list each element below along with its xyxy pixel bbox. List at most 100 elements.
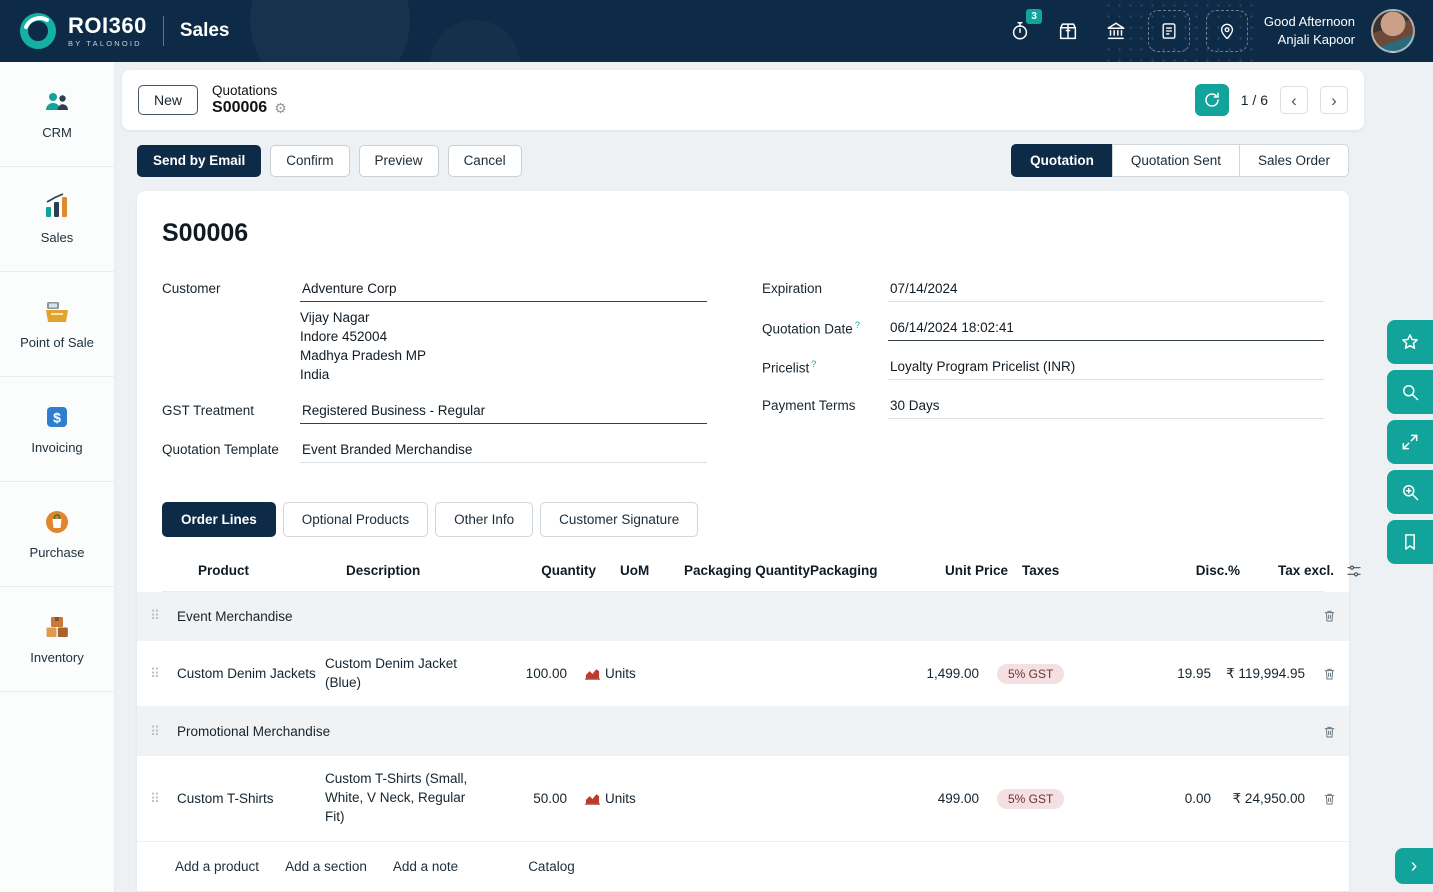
confirm-button[interactable]: Confirm bbox=[270, 144, 350, 177]
expiration-input[interactable]: 07/14/2024 bbox=[888, 278, 1324, 302]
delete-row-icon[interactable] bbox=[1320, 606, 1339, 626]
quantity-value[interactable]: 100.00 bbox=[479, 664, 571, 683]
col-taxes[interactable]: Taxes bbox=[1008, 563, 1134, 578]
packaging-quantity-value[interactable] bbox=[653, 672, 785, 676]
payment-terms-input[interactable]: 30 Days bbox=[888, 395, 1324, 419]
product-description[interactable]: Custom T-Shirts (Small, White, V Neck, R… bbox=[321, 768, 479, 829]
order-line-section-row[interactable]: ⠿ Promotional Merchandise bbox=[137, 707, 1349, 757]
sidebar-item-crm[interactable]: CRM bbox=[0, 62, 114, 167]
col-disc[interactable]: Disc.% bbox=[1134, 563, 1240, 578]
forecast-chart-icon[interactable] bbox=[585, 792, 600, 805]
tab-order-lines[interactable]: Order Lines bbox=[162, 501, 276, 537]
delete-row-icon[interactable] bbox=[1320, 722, 1339, 742]
order-line-product-row[interactable]: ⠿ Custom Denim Jackets Custom Denim Jack… bbox=[137, 641, 1349, 708]
new-button[interactable]: New bbox=[138, 85, 199, 115]
refresh-icon bbox=[1205, 92, 1219, 107]
brand-logo[interactable]: ROI360 BY TALONOID bbox=[18, 11, 147, 51]
search-tool-button[interactable] bbox=[1387, 370, 1433, 414]
apps-package-button[interactable] bbox=[1052, 15, 1084, 47]
col-description[interactable]: Description bbox=[346, 563, 504, 578]
send-by-email-button[interactable]: Send by Email bbox=[137, 144, 262, 177]
discount-value[interactable]: 0.00 bbox=[1109, 789, 1215, 808]
gear-icon[interactable]: ⚙ bbox=[274, 101, 287, 115]
packaging-quantity-value[interactable] bbox=[653, 797, 785, 801]
favorite-star-button[interactable] bbox=[1387, 320, 1433, 364]
svg-text:$: $ bbox=[53, 410, 61, 426]
col-unit-price[interactable]: Unit Price bbox=[902, 563, 1008, 578]
sidebar-item-inventory[interactable]: Inventory bbox=[0, 587, 114, 692]
product-description[interactable]: Custom Denim Jacket (Blue) bbox=[321, 653, 479, 695]
collapse-panel-button[interactable]: › bbox=[1395, 848, 1433, 884]
refresh-button[interactable] bbox=[1194, 84, 1229, 116]
breadcrumb: Quotations S00006 ⚙ bbox=[212, 83, 287, 117]
drag-handle-icon[interactable]: ⠿ bbox=[137, 606, 173, 626]
customer-input[interactable]: Adventure Corp bbox=[300, 278, 707, 302]
tax-tag[interactable]: 5% GST bbox=[997, 788, 1065, 809]
quotation-template-input[interactable]: Event Branded Merchandise bbox=[300, 439, 707, 463]
add-section-link[interactable]: Add a section bbox=[285, 859, 367, 874]
fullscreen-button[interactable] bbox=[1387, 420, 1433, 464]
col-quantity[interactable]: Quantity bbox=[504, 563, 596, 578]
uom-value[interactable]: Units bbox=[605, 791, 636, 806]
cancel-button[interactable]: Cancel bbox=[447, 144, 522, 177]
help-icon: ? bbox=[854, 320, 860, 330]
catalog-link[interactable]: Catalog bbox=[528, 859, 575, 874]
pager-previous-button[interactable]: ‹ bbox=[1280, 86, 1308, 114]
activities-timer-button[interactable]: 3 bbox=[1004, 9, 1042, 47]
delete-row-icon[interactable] bbox=[1320, 664, 1339, 684]
sidebar-item-sales[interactable]: Sales bbox=[0, 167, 114, 272]
status-sales-order[interactable]: Sales Order bbox=[1238, 144, 1349, 177]
field-gst-treatment: GST Treatment Registered Business - Regu… bbox=[162, 400, 707, 424]
tab-other-info[interactable]: Other Info bbox=[435, 501, 534, 537]
product-name[interactable]: Custom T-Shirts bbox=[173, 789, 321, 808]
product-name[interactable]: Custom Denim Jackets bbox=[173, 664, 321, 683]
breadcrumb-parent[interactable]: Quotations bbox=[212, 83, 287, 98]
location-shortcut-button[interactable] bbox=[1205, 10, 1248, 52]
zoom-in-button[interactable] bbox=[1387, 470, 1433, 514]
tax-tag[interactable]: 5% GST bbox=[997, 663, 1065, 684]
section-name[interactable]: Promotional Merchandise bbox=[173, 722, 1309, 741]
sidebar-item-invoicing[interactable]: $ Invoicing bbox=[0, 377, 114, 482]
unit-price-value[interactable]: 499.00 bbox=[877, 789, 983, 808]
add-product-link[interactable]: Add a product bbox=[175, 859, 259, 874]
user-avatar[interactable] bbox=[1371, 9, 1415, 53]
sidebar-label-purchase: Purchase bbox=[29, 545, 85, 560]
col-product[interactable]: Product bbox=[198, 563, 346, 578]
pager-next-button[interactable]: › bbox=[1320, 86, 1348, 114]
col-packaging-quantity[interactable]: Packaging Quantity bbox=[678, 563, 810, 578]
col-uom[interactable]: UoM bbox=[596, 563, 678, 578]
quantity-value[interactable]: 50.00 bbox=[479, 789, 571, 808]
forecast-chart-icon[interactable] bbox=[585, 667, 600, 680]
bookmark-button[interactable] bbox=[1387, 520, 1433, 564]
preview-button[interactable]: Preview bbox=[358, 144, 439, 177]
quotation-date-input[interactable]: 06/14/2024 18:02:41 bbox=[888, 317, 1324, 341]
company-bank-button[interactable] bbox=[1100, 15, 1132, 47]
status-quotation[interactable]: Quotation bbox=[1011, 144, 1113, 177]
gst-treatment-input[interactable]: Registered Business - Regular bbox=[300, 400, 707, 424]
add-note-link[interactable]: Add a note bbox=[393, 859, 458, 874]
drag-handle-icon[interactable]: ⠿ bbox=[137, 664, 173, 684]
drag-handle-icon[interactable]: ⠿ bbox=[137, 722, 173, 742]
section-name[interactable]: Event Merchandise bbox=[173, 607, 1309, 626]
sidebar-item-point-of-sale[interactable]: Point of Sale bbox=[0, 272, 114, 377]
col-tax-excl[interactable]: Tax excl. bbox=[1240, 563, 1334, 578]
notes-shortcut-button[interactable] bbox=[1147, 10, 1190, 52]
optional-columns-icon[interactable] bbox=[1344, 561, 1364, 581]
package-icon bbox=[1059, 23, 1076, 40]
sidebar-item-purchase[interactable]: Purchase bbox=[0, 482, 114, 587]
packaging-value[interactable] bbox=[785, 672, 877, 676]
uom-value[interactable]: Units bbox=[605, 666, 636, 681]
packaging-value[interactable] bbox=[785, 797, 877, 801]
delete-row-icon[interactable] bbox=[1320, 789, 1339, 809]
discount-value[interactable]: 19.95 bbox=[1109, 664, 1215, 683]
order-line-section-row[interactable]: ⠿ Event Merchandise bbox=[137, 591, 1349, 641]
tab-optional-products[interactable]: Optional Products bbox=[282, 501, 429, 537]
status-quotation-sent[interactable]: Quotation Sent bbox=[1111, 144, 1240, 177]
order-line-product-row[interactable]: ⠿ Custom T-Shirts Custom T-Shirts (Small… bbox=[137, 756, 1349, 843]
pricelist-input[interactable]: Loyalty Program Pricelist (INR) bbox=[888, 356, 1324, 380]
col-packaging[interactable]: Packaging bbox=[810, 563, 902, 578]
drag-handle-icon[interactable]: ⠿ bbox=[137, 789, 173, 809]
status-bar: Quotation Quotation Sent Sales Order bbox=[1011, 144, 1349, 177]
unit-price-value[interactable]: 1,499.00 bbox=[877, 664, 983, 683]
tab-customer-signature[interactable]: Customer Signature bbox=[540, 501, 699, 537]
